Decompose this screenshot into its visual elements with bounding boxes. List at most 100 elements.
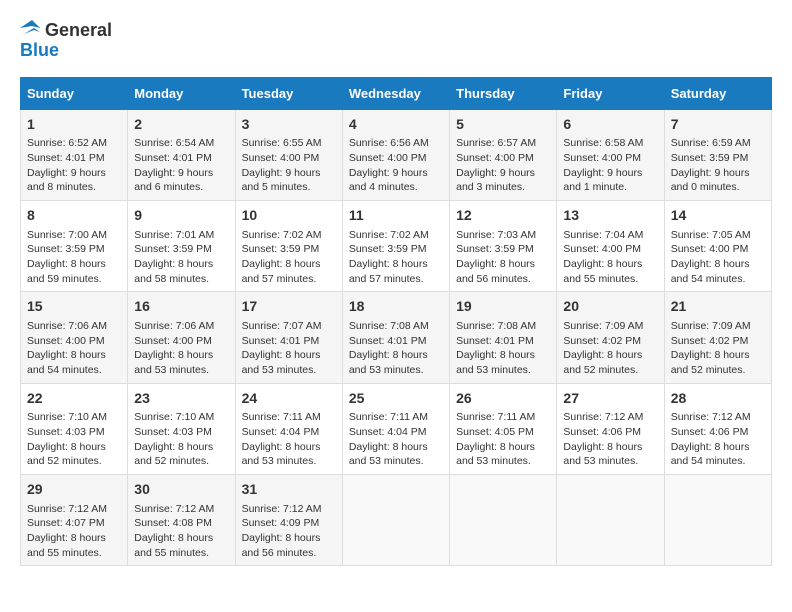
weekday-header-monday: Monday: [128, 77, 235, 109]
calendar-cell: 1Sunrise: 6:52 AMSunset: 4:01 PMDaylight…: [21, 109, 128, 200]
day-number: 16: [134, 297, 228, 317]
calendar-cell: 24Sunrise: 7:11 AMSunset: 4:04 PMDayligh…: [235, 383, 342, 474]
day-number: 18: [349, 297, 443, 317]
calendar-cell: 16Sunrise: 7:06 AMSunset: 4:00 PMDayligh…: [128, 292, 235, 383]
calendar-cell: 2Sunrise: 6:54 AMSunset: 4:01 PMDaylight…: [128, 109, 235, 200]
day-number: 30: [134, 480, 228, 500]
calendar-table: SundayMondayTuesdayWednesdayThursdayFrid…: [20, 77, 772, 567]
day-number: 9: [134, 206, 228, 226]
calendar-cell: 28Sunrise: 7:12 AMSunset: 4:06 PMDayligh…: [664, 383, 771, 474]
cell-content: Sunrise: 7:02 AMSunset: 3:59 PMDaylight:…: [349, 228, 443, 287]
day-number: 28: [671, 389, 765, 409]
cell-content: Sunrise: 7:11 AMSunset: 4:04 PMDaylight:…: [349, 410, 443, 469]
day-number: 13: [563, 206, 657, 226]
calendar-cell: 5Sunrise: 6:57 AMSunset: 4:00 PMDaylight…: [450, 109, 557, 200]
calendar-cell: 11Sunrise: 7:02 AMSunset: 3:59 PMDayligh…: [342, 200, 449, 291]
day-number: 8: [27, 206, 121, 226]
weekday-header-friday: Friday: [557, 77, 664, 109]
cell-content: Sunrise: 7:08 AMSunset: 4:01 PMDaylight:…: [349, 319, 443, 378]
week-row-4: 22Sunrise: 7:10 AMSunset: 4:03 PMDayligh…: [21, 383, 772, 474]
cell-content: Sunrise: 7:09 AMSunset: 4:02 PMDaylight:…: [671, 319, 765, 378]
day-number: 12: [456, 206, 550, 226]
cell-content: Sunrise: 6:55 AMSunset: 4:00 PMDaylight:…: [242, 136, 336, 195]
weekday-header-wednesday: Wednesday: [342, 77, 449, 109]
calendar-cell: 23Sunrise: 7:10 AMSunset: 4:03 PMDayligh…: [128, 383, 235, 474]
calendar-cell: 25Sunrise: 7:11 AMSunset: 4:04 PMDayligh…: [342, 383, 449, 474]
day-number: 22: [27, 389, 121, 409]
day-number: 20: [563, 297, 657, 317]
cell-content: Sunrise: 7:00 AMSunset: 3:59 PMDaylight:…: [27, 228, 121, 287]
logo-general-text: General: [20, 20, 112, 41]
cell-content: Sunrise: 7:10 AMSunset: 4:03 PMDaylight:…: [27, 410, 121, 469]
cell-content: Sunrise: 7:12 AMSunset: 4:07 PMDaylight:…: [27, 502, 121, 561]
weekday-header-thursday: Thursday: [450, 77, 557, 109]
week-row-5: 29Sunrise: 7:12 AMSunset: 4:07 PMDayligh…: [21, 474, 772, 565]
calendar-cell: 17Sunrise: 7:07 AMSunset: 4:01 PMDayligh…: [235, 292, 342, 383]
cell-content: Sunrise: 6:52 AMSunset: 4:01 PMDaylight:…: [27, 136, 121, 195]
cell-content: Sunrise: 6:54 AMSunset: 4:01 PMDaylight:…: [134, 136, 228, 195]
day-number: 21: [671, 297, 765, 317]
day-number: 27: [563, 389, 657, 409]
cell-content: Sunrise: 7:12 AMSunset: 4:06 PMDaylight:…: [563, 410, 657, 469]
calendar-cell: 6Sunrise: 6:58 AMSunset: 4:00 PMDaylight…: [557, 109, 664, 200]
day-number: 11: [349, 206, 443, 226]
day-number: 31: [242, 480, 336, 500]
calendar-cell: 29Sunrise: 7:12 AMSunset: 4:07 PMDayligh…: [21, 474, 128, 565]
week-row-3: 15Sunrise: 7:06 AMSunset: 4:00 PMDayligh…: [21, 292, 772, 383]
cell-content: Sunrise: 7:06 AMSunset: 4:00 PMDaylight:…: [27, 319, 121, 378]
calendar-cell: 10Sunrise: 7:02 AMSunset: 3:59 PMDayligh…: [235, 200, 342, 291]
cell-content: Sunrise: 6:59 AMSunset: 3:59 PMDaylight:…: [671, 136, 765, 195]
cell-content: Sunrise: 7:11 AMSunset: 4:04 PMDaylight:…: [242, 410, 336, 469]
page-header: General Blue: [20, 20, 772, 61]
cell-content: Sunrise: 7:07 AMSunset: 4:01 PMDaylight:…: [242, 319, 336, 378]
cell-content: Sunrise: 7:12 AMSunset: 4:08 PMDaylight:…: [134, 502, 228, 561]
weekday-header-row: SundayMondayTuesdayWednesdayThursdayFrid…: [21, 77, 772, 109]
calendar-cell: 22Sunrise: 7:10 AMSunset: 4:03 PMDayligh…: [21, 383, 128, 474]
calendar-cell: 21Sunrise: 7:09 AMSunset: 4:02 PMDayligh…: [664, 292, 771, 383]
day-number: 1: [27, 115, 121, 135]
calendar-cell: [664, 474, 771, 565]
cell-content: Sunrise: 7:01 AMSunset: 3:59 PMDaylight:…: [134, 228, 228, 287]
day-number: 7: [671, 115, 765, 135]
calendar-cell: 27Sunrise: 7:12 AMSunset: 4:06 PMDayligh…: [557, 383, 664, 474]
cell-content: Sunrise: 7:12 AMSunset: 4:06 PMDaylight:…: [671, 410, 765, 469]
cell-content: Sunrise: 6:58 AMSunset: 4:00 PMDaylight:…: [563, 136, 657, 195]
cell-content: Sunrise: 6:56 AMSunset: 4:00 PMDaylight:…: [349, 136, 443, 195]
week-row-1: 1Sunrise: 6:52 AMSunset: 4:01 PMDaylight…: [21, 109, 772, 200]
calendar-cell: [342, 474, 449, 565]
calendar-cell: 26Sunrise: 7:11 AMSunset: 4:05 PMDayligh…: [450, 383, 557, 474]
cell-content: Sunrise: 7:11 AMSunset: 4:05 PMDaylight:…: [456, 410, 550, 469]
day-number: 19: [456, 297, 550, 317]
cell-content: Sunrise: 7:06 AMSunset: 4:00 PMDaylight:…: [134, 319, 228, 378]
calendar-cell: 20Sunrise: 7:09 AMSunset: 4:02 PMDayligh…: [557, 292, 664, 383]
cell-content: Sunrise: 7:09 AMSunset: 4:02 PMDaylight:…: [563, 319, 657, 378]
calendar-cell: 4Sunrise: 6:56 AMSunset: 4:00 PMDaylight…: [342, 109, 449, 200]
calendar-cell: 15Sunrise: 7:06 AMSunset: 4:00 PMDayligh…: [21, 292, 128, 383]
day-number: 24: [242, 389, 336, 409]
logo-blue-text: Blue: [20, 41, 112, 61]
day-number: 5: [456, 115, 550, 135]
cell-content: Sunrise: 7:04 AMSunset: 4:00 PMDaylight:…: [563, 228, 657, 287]
calendar-cell: 31Sunrise: 7:12 AMSunset: 4:09 PMDayligh…: [235, 474, 342, 565]
day-number: 6: [563, 115, 657, 135]
calendar-cell: 14Sunrise: 7:05 AMSunset: 4:00 PMDayligh…: [664, 200, 771, 291]
cell-content: Sunrise: 7:02 AMSunset: 3:59 PMDaylight:…: [242, 228, 336, 287]
day-number: 4: [349, 115, 443, 135]
cell-content: Sunrise: 7:03 AMSunset: 3:59 PMDaylight:…: [456, 228, 550, 287]
calendar-cell: 19Sunrise: 7:08 AMSunset: 4:01 PMDayligh…: [450, 292, 557, 383]
calendar-cell: 13Sunrise: 7:04 AMSunset: 4:00 PMDayligh…: [557, 200, 664, 291]
weekday-header-saturday: Saturday: [664, 77, 771, 109]
calendar-cell: 18Sunrise: 7:08 AMSunset: 4:01 PMDayligh…: [342, 292, 449, 383]
calendar-cell: [557, 474, 664, 565]
day-number: 15: [27, 297, 121, 317]
cell-content: Sunrise: 7:05 AMSunset: 4:00 PMDaylight:…: [671, 228, 765, 287]
day-number: 26: [456, 389, 550, 409]
week-row-2: 8Sunrise: 7:00 AMSunset: 3:59 PMDaylight…: [21, 200, 772, 291]
cell-content: Sunrise: 7:10 AMSunset: 4:03 PMDaylight:…: [134, 410, 228, 469]
day-number: 29: [27, 480, 121, 500]
calendar-cell: 3Sunrise: 6:55 AMSunset: 4:00 PMDaylight…: [235, 109, 342, 200]
calendar-cell: 9Sunrise: 7:01 AMSunset: 3:59 PMDaylight…: [128, 200, 235, 291]
day-number: 25: [349, 389, 443, 409]
cell-content: Sunrise: 7:12 AMSunset: 4:09 PMDaylight:…: [242, 502, 336, 561]
day-number: 10: [242, 206, 336, 226]
